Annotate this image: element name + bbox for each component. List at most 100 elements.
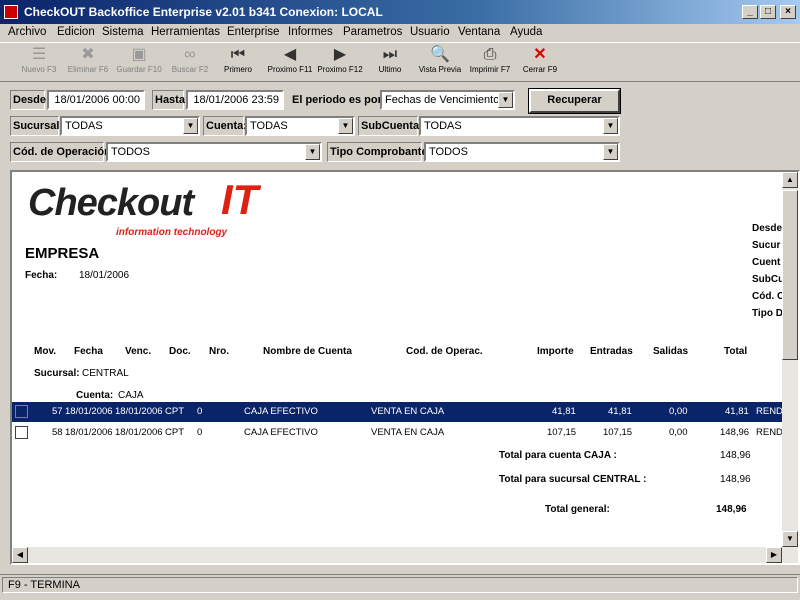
total-general-label: Total general: <box>545 504 610 515</box>
menu-bar: Archivo Edicion Sistema Herramientas Ent… <box>0 24 800 42</box>
chevron-down-icon[interactable]: ▼ <box>603 118 618 134</box>
tipocomp-label: Tipo Comprobante: <box>327 142 431 162</box>
new-icon: ☰ <box>31 46 47 63</box>
fecha-value: 18/01/2006 <box>79 270 130 281</box>
col-importe: Importe <box>537 346 574 357</box>
right-label-subcuenta: SubCu <box>752 274 785 285</box>
scroll-thumb[interactable] <box>782 190 798 360</box>
maximize-button[interactable]: □ <box>760 5 776 19</box>
right-label-sucursal: Sucur <box>752 240 781 251</box>
last-button[interactable]: ⏭ Ultimo <box>372 45 408 81</box>
subcuenta-select[interactable]: TODAS ▼ <box>419 116 620 136</box>
menu-edicion[interactable]: Edicion <box>57 26 95 38</box>
menu-herramientas[interactable]: Herramientas <box>151 26 220 38</box>
first-button[interactable]: ⏮ Primero <box>220 45 256 81</box>
menu-sistema[interactable]: Sistema <box>102 26 144 38</box>
menu-parametros[interactable]: Parametros <box>343 26 402 38</box>
right-label-cuenta: Cuent <box>752 257 781 268</box>
status-text: F9 - TERMINA <box>2 577 798 593</box>
empresa-title: EMPRESA <box>25 245 100 262</box>
col-doc: Doc. <box>169 346 191 357</box>
total-sucursal-label: Total para sucursal CENTRAL : <box>499 474 647 485</box>
chevron-down-icon[interactable]: ▼ <box>603 144 618 160</box>
codop-label: Cód. de Operación: <box>10 142 114 162</box>
sucursal-group-value: CENTRAL <box>82 368 129 379</box>
cuenta-group-label: Cuenta: <box>76 390 114 401</box>
print-button[interactable]: ⎙ Imprimir F7 <box>468 45 512 81</box>
close-button[interactable]: × <box>780 5 796 19</box>
search-button[interactable]: ∞ Buscar F2 <box>168 45 212 81</box>
col-fecha: Fecha <box>74 346 103 357</box>
codop-select[interactable]: TODOS ▼ <box>106 142 322 162</box>
periodo-select[interactable]: Fechas de Vencimiento ▼ <box>380 90 515 110</box>
total-general-value: 148,96 <box>716 504 747 515</box>
close-x-icon: ✕ <box>533 46 547 63</box>
col-total: Total <box>724 346 748 357</box>
menu-archivo[interactable]: Archivo <box>8 26 46 38</box>
toolbar: ☰ Nuevo F3 ✖ Eliminar F6 ▣ Guardar F10 ∞ Bus… <box>0 42 800 82</box>
preview-button[interactable]: 🔍 Vista Previa <box>416 45 464 81</box>
tipocomp-select[interactable]: TODOS ▼ <box>424 142 620 162</box>
report-viewer[interactable]: Checkout IT information technology EMPRE… <box>10 170 800 565</box>
chevron-down-icon[interactable]: ▼ <box>183 118 198 134</box>
status-bar: F9 - TERMINA <box>0 574 800 594</box>
total-sucursal-value: 148,96 <box>720 474 751 485</box>
cuenta-group-value: CAJA <box>118 390 144 401</box>
binoculars-icon: ∞ <box>184 46 196 63</box>
scroll-down-icon[interactable]: ▼ <box>782 531 798 547</box>
menu-ventana[interactable]: Ventana <box>458 26 500 38</box>
chevron-down-icon[interactable]: ▼ <box>338 118 353 134</box>
close-report-button[interactable]: ✕ Cerrar F9 <box>520 45 560 81</box>
desde-input[interactable]: 18/01/2006 00:00 <box>47 90 145 110</box>
menu-enterprise[interactable]: Enterprise <box>227 26 279 38</box>
last-icon: ⏭ <box>382 46 398 63</box>
hasta-label: Hasta: <box>152 90 189 110</box>
col-salidas: Salidas <box>653 346 689 357</box>
scroll-left-icon[interactable]: ◀ <box>12 547 28 563</box>
chevron-down-icon[interactable]: ▼ <box>305 144 320 160</box>
scroll-up-icon[interactable]: ▲ <box>782 172 798 188</box>
subcuenta-label: SubCuenta: <box>358 116 423 136</box>
total-cuenta-value: 148,96 <box>720 450 751 461</box>
prev-button[interactable]: ◀ Proximo F11 <box>266 45 314 81</box>
cuenta-label: Cuenta: <box>203 116 247 136</box>
chevron-down-icon[interactable]: ▼ <box>498 92 513 108</box>
minimize-button[interactable]: _ <box>742 5 758 19</box>
next-button[interactable]: ▶ Proximo F12 <box>316 45 364 81</box>
prev-icon: ◀ <box>283 46 297 63</box>
vertical-scrollbar[interactable]: ▲ ▼ <box>782 172 798 563</box>
app-icon <box>4 5 18 19</box>
company-logo: Checkout IT information technology <box>28 176 259 238</box>
menu-informes[interactable]: Informes <box>288 26 333 38</box>
desde-label: Desde: <box>10 90 50 110</box>
save-icon: ▣ <box>131 46 147 63</box>
save-button[interactable]: ▣ Guardar F10 <box>114 45 164 81</box>
col-mov: Mov. <box>34 346 57 357</box>
menu-ayuda[interactable]: Ayuda <box>510 26 542 38</box>
preview-icon: 🔍 <box>430 46 450 63</box>
delete-icon: ✖ <box>81 46 95 63</box>
table-row[interactable]: 58 18/01/2006 18/01/2006 CPT 0 CAJA EFEC… <box>12 423 787 443</box>
cuenta-select[interactable]: TODAS ▼ <box>245 116 355 136</box>
sucursal-group-label: Sucursal: <box>34 368 80 379</box>
col-nro: Nro. <box>209 346 229 357</box>
new-button[interactable]: ☰ Nuevo F3 <box>18 45 60 81</box>
delete-button[interactable]: ✖ Eliminar F6 <box>64 45 112 81</box>
printer-icon: ⎙ <box>483 46 497 63</box>
fecha-label: Fecha: <box>25 270 58 281</box>
horizontal-scrollbar[interactable]: ◀ ▶ <box>12 547 782 563</box>
menu-usuario[interactable]: Usuario <box>410 26 450 38</box>
row-checkbox[interactable] <box>15 426 28 439</box>
row-checkbox[interactable] <box>15 405 28 418</box>
col-entradas: Entradas <box>590 346 633 357</box>
hasta-input[interactable]: 18/01/2006 23:59 <box>186 90 284 110</box>
window-title: CheckOUT Backoffice Enterprise v2.01 b34… <box>24 5 383 19</box>
recuperar-button[interactable]: Recuperar <box>528 88 621 114</box>
total-cuenta-label: Total para cuenta CAJA : <box>499 450 617 461</box>
table-row[interactable]: 57 18/01/2006 18/01/2006 CPT 0 CAJA EFEC… <box>12 402 787 422</box>
next-icon: ▶ <box>333 46 347 63</box>
scroll-right-icon[interactable]: ▶ <box>766 547 782 563</box>
first-icon: ⏮ <box>230 46 246 63</box>
sucursal-select[interactable]: TODAS ▼ <box>60 116 200 136</box>
right-label-desde: Desde <box>752 223 783 234</box>
